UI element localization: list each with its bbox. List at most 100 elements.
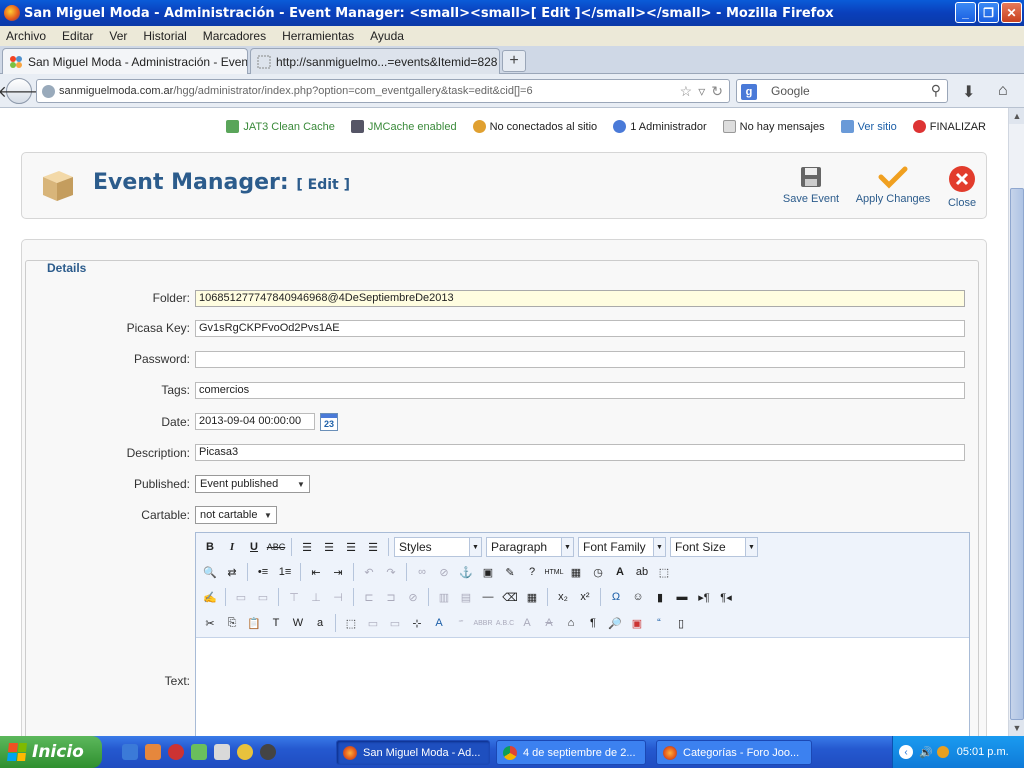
attributes-icon[interactable]: ⌂ [561,613,581,633]
table-col-after-icon[interactable]: ⊐ [381,587,401,607]
chrome-icon[interactable] [237,744,253,760]
menu-archivo[interactable]: Archivo [6,29,46,43]
horizontal-rule-icon[interactable]: — [478,587,498,607]
scroll-thumb[interactable] [1010,188,1024,720]
pdf-icon[interactable]: ▣ [627,613,647,633]
split-cells-icon[interactable]: ▥ [434,587,454,607]
cut-icon[interactable]: ✂ [200,613,220,633]
bold-icon[interactable]: B [200,537,220,557]
maximize-button[interactable]: ❐ [978,2,999,23]
insert-date-icon[interactable]: ▦ [566,562,586,582]
task-chrome-september[interactable]: 4 de septiembre de 2... [496,740,646,765]
media-player-icon[interactable] [260,744,276,760]
start-button[interactable]: Inicio [0,736,102,768]
emoticon-icon[interactable]: ☺ [628,587,648,607]
home-icon[interactable]: ⌂ [998,82,1008,100]
remove-format-icon[interactable]: ⌫ [500,587,520,607]
status-logout[interactable]: FINALIZAR [912,120,986,133]
paste-text-icon[interactable]: T [266,613,286,633]
visual-chars-icon[interactable]: ¶ [583,613,603,633]
non-break-icon[interactable]: ▬ [672,587,692,607]
menu-marcadores[interactable]: Marcadores [203,29,266,43]
speaker-icon[interactable]: 🔊 [919,746,933,759]
insert-time-icon[interactable]: ◷ [588,562,608,582]
tab-admin[interactable]: San Miguel Moda - Administración - Event… [2,48,248,74]
ltr-icon[interactable]: ▸¶ [694,587,714,607]
menu-ver[interactable]: Ver [109,29,127,43]
opera-icon[interactable] [168,744,184,760]
highlight-color-icon[interactable]: ab [632,562,652,582]
special-char-icon[interactable]: Ω [606,587,626,607]
reload-icon[interactable]: ↻ [711,83,723,100]
align-left-icon[interactable]: ☰ [297,537,317,557]
layer-icon[interactable]: ▭ [231,587,251,607]
save-event-button[interactable]: Save Event [778,165,844,205]
align-center-icon[interactable]: ☰ [319,537,339,557]
find-icon[interactable]: 🔍 [200,562,220,582]
paste-icon[interactable]: 📋 [244,613,264,633]
explorer-icon[interactable] [214,744,230,760]
cite-icon[interactable]: “” [451,613,471,633]
anchor-icon[interactable]: ⚓ [456,562,476,582]
paste-word-icon[interactable]: W [288,613,308,633]
select-all-icon[interactable]: a [310,613,330,633]
menu-historial[interactable]: Historial [143,29,186,43]
ins-icon[interactable]: A [539,613,559,633]
move-forward-icon[interactable]: ▭ [385,613,405,633]
text-color-icon[interactable]: A [610,562,630,582]
abbr-icon[interactable]: ABBR [473,613,493,633]
indent-icon[interactable]: ⇥ [328,562,348,582]
fullscreen-icon[interactable]: ⬚ [654,562,674,582]
task-firefox-admin[interactable]: San Miguel Moda - Ad... [336,740,490,765]
calendar-icon[interactable]: 23 [320,413,338,431]
table-row-after-icon[interactable]: ⊥ [306,587,326,607]
unlink-icon[interactable]: ⊘ [434,562,454,582]
layer-move-icon[interactable]: ▭ [253,587,273,607]
description-input[interactable]: Picasa3 [195,444,965,461]
date-input[interactable]: 2013-09-04 00:00:00 [195,413,315,430]
copy-icon[interactable]: ⎘ [222,613,242,633]
paragraph-select[interactable]: Paragraph ▼ [486,537,574,557]
link-icon[interactable]: ∞ [412,562,432,582]
preview-icon[interactable]: 🔎 [605,613,625,633]
menu-editar[interactable]: Editar [62,29,93,43]
merge-cells-icon[interactable]: ▤ [456,587,476,607]
redo-icon[interactable]: ↷ [381,562,401,582]
status-jmcache[interactable]: JMCache enabled [350,120,457,133]
published-select[interactable]: Event published ▼ [195,475,310,493]
status-view-site[interactable]: Ver sitio [840,120,897,133]
messenger-icon[interactable] [191,744,207,760]
new-tab-button[interactable]: + [502,50,526,72]
ie-icon[interactable] [122,744,138,760]
tray-expand-icon[interactable]: ‹ [899,745,913,759]
edit-css-icon[interactable]: ✍ [200,587,220,607]
search-icon[interactable]: ⚲ [931,82,941,99]
blockquote-icon[interactable]: “ [649,613,669,633]
table-col-before-icon[interactable]: ⊏ [359,587,379,607]
subscript-icon[interactable]: x₂ [553,587,573,607]
image-icon[interactable]: ▣ [478,562,498,582]
table-delete-row-icon[interactable]: ⊣ [328,587,348,607]
history-dropdown-icon[interactable]: ▿ [698,83,705,100]
styles-select[interactable]: Styles ▼ [394,537,482,557]
undo-icon[interactable]: ↶ [359,562,379,582]
password-input[interactable] [195,351,965,368]
strikethrough-icon[interactable]: ABC [266,537,286,557]
status-messages[interactable]: No hay mensajes [722,120,825,133]
table-icon[interactable]: ▦ [522,587,542,607]
address-bar[interactable]: sanmiguelmoda.com.ar/hgg/administrator/i… [36,79,730,103]
bookmark-star-icon[interactable]: ☆ [680,83,693,100]
align-justify-icon[interactable]: ☰ [363,537,383,557]
visual-aid-icon[interactable]: ⬚ [341,613,361,633]
menu-herramientas[interactable]: Herramientas [282,29,354,43]
cartable-select[interactable]: not cartable ▼ [195,506,277,524]
tray-app-icon[interactable] [936,746,949,758]
numbered-list-icon[interactable]: 1≡ [275,562,295,582]
html-icon[interactable]: HTML [544,562,564,582]
replace-icon[interactable]: ⇄ [222,562,242,582]
acronym-icon[interactable]: A.B.C [495,613,515,633]
underline-icon[interactable]: U [244,537,264,557]
back-button[interactable]: 🡐 [0,78,40,104]
font-size-select[interactable]: Font Size ▼ [670,537,758,557]
cleanup-icon[interactable]: ✎ [500,562,520,582]
